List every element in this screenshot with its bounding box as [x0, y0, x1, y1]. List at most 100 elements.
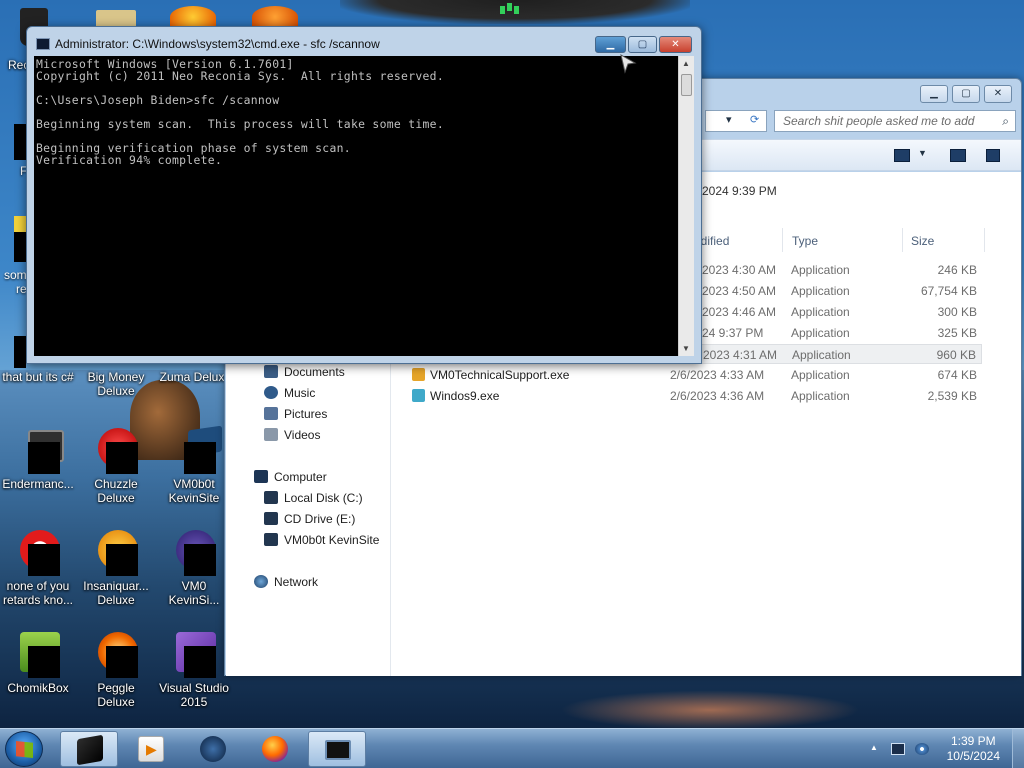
disk-icon [264, 491, 278, 504]
desktop-icon-vm0b0t[interactable]: VM0b0t KevinSite [156, 425, 232, 505]
taskbar-app-globe[interactable] [184, 731, 242, 767]
search-input[interactable]: Search shit people asked me to add ⌕ [774, 110, 1016, 132]
scroll-up-icon[interactable]: ▲ [682, 59, 690, 68]
minimize-button[interactable]: ▁ [595, 36, 626, 53]
taskbar-app-cmd[interactable] [308, 731, 366, 767]
desktop-icon-that-but-its-c[interactable]: that but its c# [0, 370, 76, 384]
app-icon [14, 426, 64, 474]
network-tray-icon[interactable] [915, 743, 929, 755]
scroll-down-icon[interactable]: ▼ [682, 344, 690, 353]
clock-date: 10/5/2024 [946, 749, 1000, 763]
chomikbox-icon [14, 630, 62, 678]
close-button[interactable]: ✕ [659, 36, 692, 53]
cmd-window[interactable]: Administrator: C:\Windows\system32\cmd.e… [26, 26, 702, 364]
firefox-icon [262, 736, 288, 762]
taskbar-app-explorer[interactable] [60, 731, 118, 767]
desktop-icon-partial[interactable] [14, 336, 26, 368]
desktop-icon-big-money[interactable]: Big Money Deluxe [78, 370, 154, 398]
console-line: Copyright (c) 2011 Neo Reconia Sys. All … [36, 69, 444, 83]
explorer-maximize-button[interactable]: ▢ [952, 85, 980, 103]
close-icon: ✕ [671, 39, 680, 50]
address-dropdown-icon[interactable]: ▾ [726, 113, 732, 126]
nav-item-computer[interactable]: Computer [254, 470, 327, 484]
console-scrollbar[interactable]: ▲ ▼ [678, 56, 694, 356]
nav-item-pictures[interactable]: Pictures [264, 407, 327, 421]
column-separator[interactable] [782, 228, 783, 252]
pictures-icon [264, 407, 278, 420]
column-separator[interactable] [902, 228, 903, 252]
view-dropdown-icon[interactable]: ▼ [918, 148, 927, 158]
mouse-cursor-icon [620, 53, 637, 74]
start-button[interactable] [5, 731, 43, 767]
minimize-icon: ▁ [606, 39, 615, 50]
taskbar-app-firefox[interactable] [246, 731, 304, 767]
exe-file-icon [412, 368, 425, 381]
scroll-thumb[interactable] [681, 74, 692, 96]
column-type[interactable]: Type [792, 234, 818, 248]
preview-pane-icon[interactable] [950, 149, 966, 162]
media-player-icon: ▶ [138, 736, 164, 762]
network-icon [254, 575, 268, 588]
display-tray-icon[interactable] [891, 743, 905, 755]
show-desktop-button[interactable] [1012, 729, 1024, 768]
details-date: 1/2024 9:39 PM [692, 184, 777, 198]
desktop-icon-partial[interactable] [170, 6, 216, 28]
console-output[interactable]: Microsoft Windows [Version 6.1.7601] Copy… [34, 56, 678, 356]
maximize-button[interactable]: ▢ [628, 36, 657, 53]
help-icon[interactable] [986, 149, 1000, 162]
search-placeholder: Search shit people asked me to add [783, 114, 975, 128]
app-icon [170, 528, 218, 576]
monitor-icon [170, 425, 222, 474]
nav-item-network[interactable]: Network [254, 575, 318, 589]
file-row[interactable]: VM0TechnicalSupport.exe 2/6/2023 4:33 AM… [392, 365, 982, 385]
desktop-icon-visual-studio[interactable]: Visual Studio 2015 [156, 630, 232, 709]
nav-item-videos[interactable]: Videos [264, 428, 320, 442]
explorer-minimize-button[interactable]: ▁ [920, 85, 948, 103]
desktop-icon-partial [14, 232, 26, 262]
wallpaper-glow [560, 690, 860, 730]
documents-icon [264, 365, 278, 378]
nav-item-local-disk[interactable]: Local Disk (C:) [264, 491, 363, 505]
nav-item-vm0b0t[interactable]: VM0b0t KevinSite [264, 533, 379, 547]
nav-item-documents[interactable]: Documents [264, 365, 345, 379]
top-gadget [340, 0, 690, 24]
desktop-icon-none-of-you[interactable]: none of you retards kno... [0, 528, 76, 607]
column-size[interactable]: Size [911, 234, 934, 248]
computer-icon [254, 470, 268, 483]
videos-icon [264, 428, 278, 441]
refresh-icon[interactable]: ⟳ [750, 113, 759, 126]
exe-file-icon [412, 389, 425, 402]
desktop-icon-peggle[interactable]: Peggle Deluxe [78, 630, 154, 709]
system-clock[interactable]: 1:39 PM 10/5/2024 [947, 734, 1000, 764]
app-icon [14, 528, 62, 576]
explorer-close-button[interactable]: ✕ [984, 85, 1012, 103]
view-options-icon[interactable] [894, 149, 910, 162]
desktop-icon-chuzzle[interactable]: Chuzzle Deluxe [78, 426, 154, 505]
taskbar: ▶ ▲ 1:39 PM 10/5/2024 [0, 728, 1024, 768]
desktop-icon-endermanc[interactable]: Endermanc... [0, 426, 76, 491]
desktop-icon-partial[interactable] [14, 124, 26, 160]
desktop-icon-chomikbox[interactable]: ChomikBox [0, 630, 76, 695]
window-title: Administrator: C:\Windows\system32\cmd.e… [55, 37, 380, 51]
peggle-icon [92, 630, 140, 678]
tray-expand-icon[interactable]: ▲ [870, 743, 878, 752]
desktop-icon-insaniquarium[interactable]: Insaniquar... Deluxe [78, 528, 154, 607]
taskbar-app-media-player[interactable]: ▶ [122, 731, 180, 767]
gadget-led-icon [507, 3, 512, 11]
address-bar[interactable]: ▾ ⟳ [705, 110, 767, 132]
globe-icon [200, 736, 226, 762]
network-drive-icon [264, 533, 278, 546]
column-separator[interactable] [984, 228, 985, 252]
console-line: C:\Users\Joseph Biden>sfc /scannow [36, 93, 280, 107]
gadget-led-icon [500, 6, 505, 14]
desktop-icon-zuma[interactable]: Zuma Delux [154, 370, 230, 384]
nav-item-music[interactable]: Music [264, 386, 315, 400]
nav-item-cd-drive[interactable]: CD Drive (E:) [264, 512, 355, 526]
fish-icon [92, 528, 140, 576]
cmd-icon [36, 38, 50, 50]
search-icon[interactable]: ⌕ [1002, 114, 1009, 129]
desktop-icon-partial[interactable] [252, 6, 298, 28]
gadget-led-icon [514, 6, 519, 14]
desktop-icon-vm0-kevinsite[interactable]: VM0 KevinSi... [156, 528, 232, 607]
file-row[interactable]: Windos9.exe 2/6/2023 4:36 AM Application… [392, 386, 982, 406]
